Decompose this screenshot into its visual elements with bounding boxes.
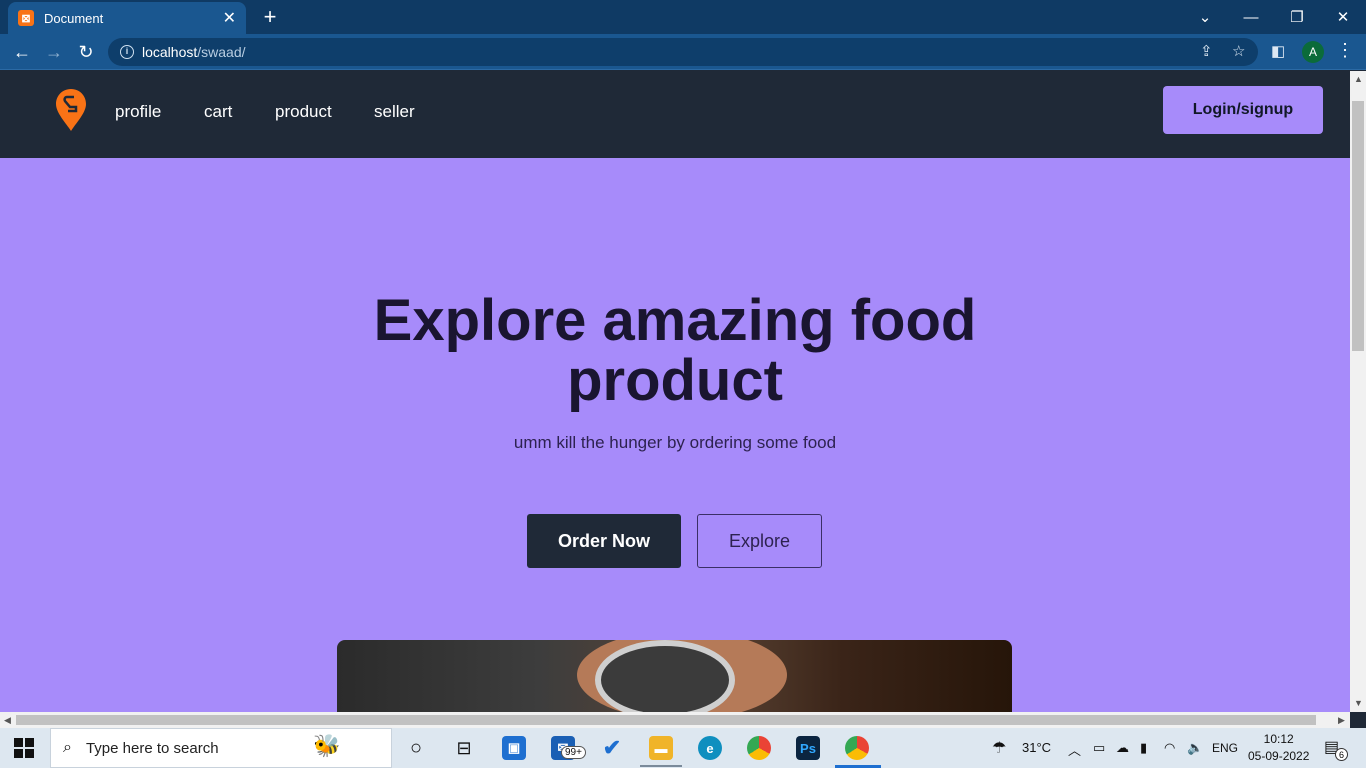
page-viewport: profile cart product seller Login/signup… — [0, 71, 1350, 712]
scroll-left-icon[interactable]: ◀ — [4, 715, 11, 726]
nav-link-cart[interactable]: cart — [204, 102, 232, 122]
minimize-icon[interactable]: — — [1228, 0, 1274, 34]
scroll-up-icon[interactable]: ▲ — [1354, 74, 1363, 84]
taskbar-search-box[interactable]: ⌕ Type here to search 🐝 — [50, 728, 392, 768]
url-path: /swaad/ — [197, 44, 246, 60]
hero-food-image — [337, 640, 1012, 712]
nav-link-product[interactable]: product — [275, 102, 332, 122]
close-window-icon[interactable]: ✕ — [1320, 0, 1366, 34]
close-tab-icon[interactable]: ✕ — [223, 8, 236, 28]
chrome-profile-icon[interactable] — [845, 736, 869, 760]
browser-tab[interactable]: ⊠ Document ✕ — [8, 2, 246, 34]
store-icon[interactable]: ▣ — [502, 736, 526, 760]
todo-icon[interactable]: ✔ — [600, 735, 624, 760]
chrome-icon[interactable] — [747, 736, 771, 760]
notification-badge: 6 — [1335, 748, 1348, 761]
back-icon[interactable]: ← — [9, 40, 35, 64]
reload-icon[interactable]: ↻ — [73, 40, 99, 64]
scroll-down-icon[interactable]: ▼ — [1354, 698, 1363, 708]
browser-toolbar: ← → ↻ i localhost/swaad/ ⇪ ☆ ◧ A ⋮ — [0, 34, 1366, 70]
weather-temp[interactable]: 31°C — [1022, 740, 1051, 755]
xampp-favicon-icon: ⊠ — [18, 10, 34, 26]
hero-title-text: Explore amazing food product — [373, 288, 977, 413]
photoshop-icon[interactable]: Ps — [796, 736, 820, 760]
site-info-icon[interactable]: i — [120, 45, 134, 59]
tray-chevron-icon[interactable]: ︿ — [1068, 740, 1081, 759]
onedrive-icon[interactable]: ☁ — [1116, 740, 1129, 756]
windows-start-icon[interactable] — [14, 738, 34, 758]
clock-time: 10:12 — [1263, 732, 1294, 746]
nav-link-profile[interactable]: profile — [115, 102, 161, 122]
url-host: localhost — [142, 44, 198, 60]
explore-button[interactable]: Explore — [697, 514, 822, 568]
browser-menu-icon[interactable]: ⋮ — [1336, 40, 1354, 61]
share-icon[interactable]: ⇪ — [1200, 42, 1213, 60]
scroll-right-icon[interactable]: ▶ — [1338, 715, 1345, 726]
edge-icon[interactable]: e — [698, 736, 722, 760]
horizontal-scrollbar[interactable]: ◀ ▶ — [0, 712, 1350, 728]
system-clock[interactable]: 10:12 05-09-2022 — [1248, 731, 1309, 765]
taskbar-search-placeholder: Type here to search — [85, 739, 219, 757]
open-app-indicator — [640, 765, 682, 767]
swiggy-logo-icon[interactable] — [56, 89, 86, 131]
cortana-icon[interactable]: ○ — [404, 736, 428, 760]
forward-icon[interactable]: → — [41, 40, 67, 64]
task-view-icon[interactable]: ⊟ — [452, 736, 476, 760]
search-highlight-bee-icon: 🐝 — [313, 733, 341, 758]
bookmark-star-icon[interactable]: ☆ — [1232, 42, 1245, 60]
wifi-icon[interactable]: ◠ — [1164, 740, 1175, 756]
nav-link-seller[interactable]: seller — [374, 102, 415, 122]
hero-title: Explore amazing food product — [0, 291, 1350, 411]
battery-icon[interactable]: ▮ — [1140, 740, 1147, 756]
volume-icon[interactable]: 🔈 — [1187, 740, 1203, 756]
profile-avatar[interactable]: A — [1302, 41, 1324, 63]
vertical-scroll-thumb[interactable] — [1352, 101, 1364, 351]
cup-shape — [595, 640, 735, 712]
tab-search-icon[interactable]: ⌄ — [1182, 0, 1228, 34]
new-tab-button[interactable]: + — [258, 4, 282, 30]
language-indicator[interactable]: ENG — [1212, 741, 1238, 755]
meet-now-icon[interactable]: ▭ — [1093, 740, 1105, 756]
side-panel-icon[interactable]: ◧ — [1271, 42, 1285, 60]
browser-tab-strip: ⊠ Document ✕ + ⌄ — ❐ ✕ — [0, 0, 1366, 34]
horizontal-scroll-thumb[interactable] — [16, 715, 1316, 725]
windows-taskbar: ⌕ Type here to search 🐝 ○ ⊟ ▣ ✉ 99+ ✔ ▬ … — [0, 728, 1366, 768]
restore-icon[interactable]: ❐ — [1274, 0, 1320, 34]
search-icon: ⌕ — [63, 739, 72, 756]
hero-subtitle: umm kill the hunger by ordering some foo… — [513, 433, 837, 452]
order-now-button[interactable]: Order Now — [527, 514, 681, 568]
weather-icon[interactable]: ☂ — [992, 738, 1006, 758]
site-navbar: profile cart product seller Login/signup — [0, 71, 1350, 158]
file-explorer-icon[interactable]: ▬ — [649, 736, 673, 760]
vertical-scrollbar[interactable]: ▲ ▼ — [1350, 71, 1366, 712]
address-bar[interactable]: i localhost/swaad/ — [108, 38, 1258, 66]
tab-title: Document — [44, 10, 104, 26]
clock-date: 05-09-2022 — [1248, 749, 1310, 763]
login-signup-button[interactable]: Login/signup — [1163, 86, 1323, 134]
mail-badge: 99+ — [561, 746, 586, 759]
